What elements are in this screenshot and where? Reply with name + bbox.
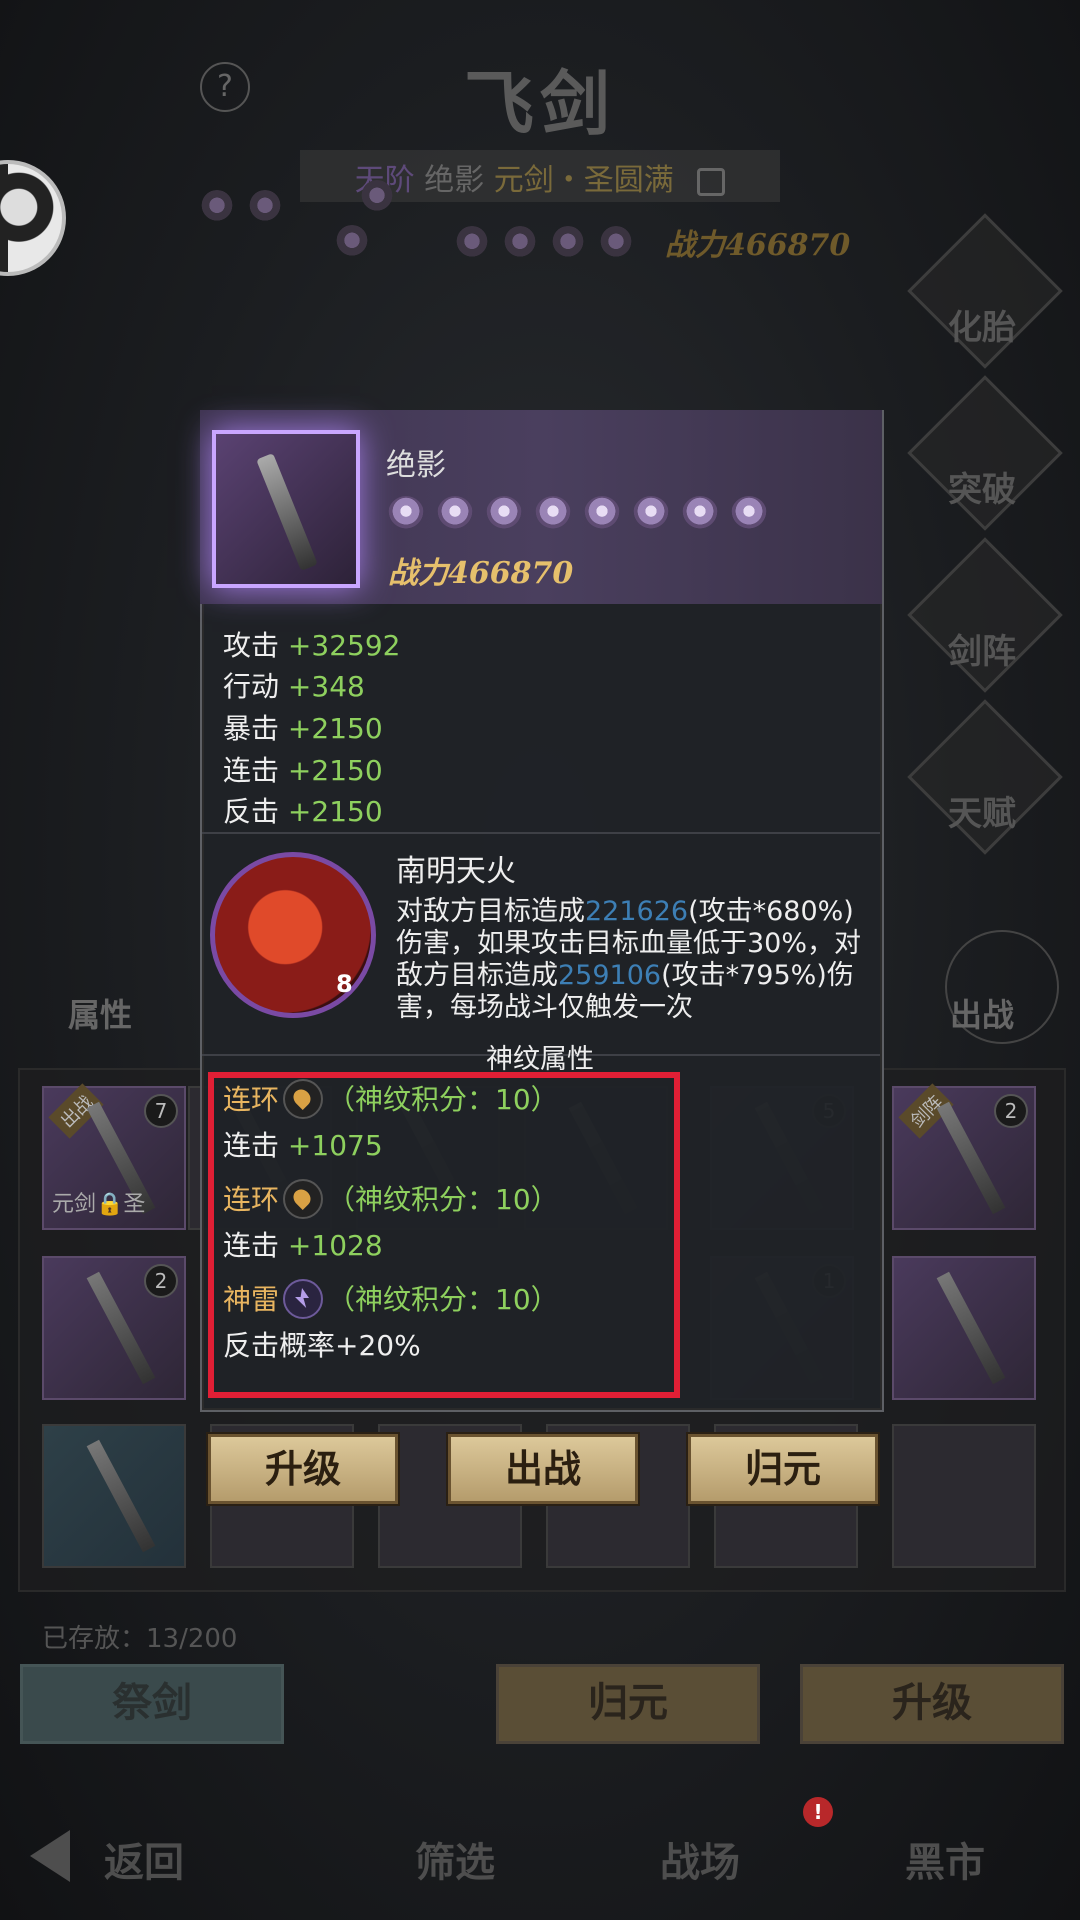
sword-item-icon bbox=[212, 430, 360, 588]
side-button-huatai[interactable]: 化胎 bbox=[922, 300, 1042, 349]
sword-subtitle: 天阶 绝影 元剑・圣圆满 bbox=[0, 155, 1080, 199]
side-button-jianzhen[interactable]: 剑阵 bbox=[922, 624, 1042, 673]
stat-label: 行动 bbox=[223, 670, 280, 703]
stat-row: 连击 +2150 bbox=[223, 749, 383, 789]
star-icon bbox=[200, 190, 234, 224]
bg-star-row-right bbox=[455, 226, 647, 264]
skill-description: 对敌方目标造成221626(攻击*680%)伤害，如果攻击目标血量低于30%，对… bbox=[396, 896, 866, 1024]
stat-row: 反击 +2150 bbox=[223, 790, 383, 830]
nav-battlefield[interactable]: 战场 bbox=[660, 1830, 740, 1888]
star-icon bbox=[682, 496, 718, 532]
bg-star-single bbox=[360, 180, 408, 218]
nav-black-market[interactable]: 黑市 bbox=[905, 1830, 985, 1888]
popup-deploy-button[interactable]: 出战 bbox=[448, 1434, 638, 1504]
stored-count: 已存放：13/200 bbox=[42, 1624, 238, 1654]
skill-desc-part: 对敌方目标造成 bbox=[396, 896, 585, 927]
bg-power-value: 战力466870 bbox=[665, 228, 851, 263]
sword-name-label: 绝影 bbox=[424, 163, 485, 198]
item-name: 绝影 bbox=[386, 448, 446, 483]
inventory-slot[interactable] bbox=[892, 1256, 1036, 1400]
sword-rank-label: 元剑・圣圆满 bbox=[493, 163, 674, 198]
page-title: 飞剑 bbox=[464, 62, 616, 145]
sacrifice-sword-button[interactable]: 祭剑 bbox=[20, 1664, 284, 1744]
star-icon bbox=[584, 496, 620, 532]
star-icon bbox=[633, 496, 669, 532]
star-icon bbox=[731, 496, 767, 532]
slot-count: 2 bbox=[144, 1264, 178, 1298]
stat-row: 行动 +348 bbox=[223, 665, 365, 705]
combat-power: 战力466870 bbox=[388, 556, 574, 591]
skill-damage-value: 221626 bbox=[585, 896, 689, 927]
star-icon bbox=[455, 226, 489, 260]
back-arrow-icon[interactable] bbox=[30, 1830, 70, 1882]
skill-damage-value: 259106 bbox=[558, 960, 662, 991]
skill-name: 南明天火 bbox=[396, 854, 516, 889]
star-icon bbox=[388, 496, 424, 532]
slot-count: 2 bbox=[994, 1094, 1028, 1128]
nav-back[interactable]: 返回 bbox=[104, 1830, 184, 1888]
divider bbox=[202, 832, 880, 834]
inventory-slot[interactable]: 2 bbox=[42, 1256, 186, 1400]
stat-label: 攻击 bbox=[223, 629, 280, 662]
side-button-tianfu[interactable]: 天赋 bbox=[922, 786, 1042, 835]
popup-return-button[interactable]: 归元 bbox=[688, 1434, 878, 1504]
star-icon bbox=[599, 226, 633, 260]
stat-value: +348 bbox=[287, 670, 365, 703]
rune-section-title: 神纹属性 bbox=[486, 1044, 594, 1075]
star-icon bbox=[486, 496, 522, 532]
stat-label: 反击 bbox=[223, 795, 280, 828]
star-rating bbox=[388, 496, 780, 536]
inventory-slot[interactable]: 出战 7 元剑🔒圣 bbox=[42, 1083, 186, 1230]
star-icon bbox=[360, 180, 394, 214]
sword-icon bbox=[86, 1439, 156, 1553]
attribute-button[interactable]: 属性 bbox=[68, 990, 132, 1036]
stat-value: +2150 bbox=[287, 712, 383, 745]
slot-count: 7 bbox=[144, 1094, 178, 1128]
star-icon bbox=[503, 226, 537, 260]
return-origin-button[interactable]: 归元 bbox=[496, 1664, 760, 1744]
nav-filter[interactable]: 筛选 bbox=[415, 1830, 495, 1888]
star-icon bbox=[437, 496, 473, 532]
stat-label: 连击 bbox=[223, 754, 280, 787]
stat-row: 暴击 +2150 bbox=[223, 707, 383, 747]
inventory-slot[interactable]: 剑阵 2 bbox=[892, 1083, 1036, 1230]
stat-value: +2150 bbox=[287, 795, 383, 828]
alert-badge: ! bbox=[803, 1797, 833, 1827]
bg-star-row-left bbox=[200, 190, 296, 228]
deploy-side-button[interactable]: 出战 bbox=[950, 990, 1014, 1036]
star-icon bbox=[535, 496, 571, 532]
popup-upgrade-button[interactable]: 升级 bbox=[208, 1434, 398, 1504]
stat-value: +32592 bbox=[287, 629, 401, 662]
stat-value: +2150 bbox=[287, 754, 383, 787]
star-icon bbox=[335, 225, 369, 259]
stat-label: 暴击 bbox=[223, 712, 280, 745]
side-button-tupo[interactable]: 突破 bbox=[922, 462, 1042, 511]
lock-icon[interactable] bbox=[697, 167, 726, 196]
bg-star-single bbox=[335, 225, 383, 263]
slot-name: 元剑🔒圣 bbox=[52, 1192, 146, 1217]
star-icon bbox=[248, 190, 282, 224]
sword-icon bbox=[936, 1271, 1006, 1385]
inventory-slot[interactable] bbox=[892, 1424, 1036, 1568]
rune-highlight-box bbox=[208, 1072, 680, 1398]
star-icon bbox=[551, 226, 585, 260]
upgrade-button[interactable]: 升级 bbox=[800, 1664, 1064, 1744]
skill-level: 8 bbox=[336, 970, 353, 998]
inventory-slot[interactable] bbox=[42, 1424, 186, 1568]
stat-row: 攻击 +32592 bbox=[223, 624, 400, 664]
sword-blade-icon bbox=[256, 452, 318, 572]
